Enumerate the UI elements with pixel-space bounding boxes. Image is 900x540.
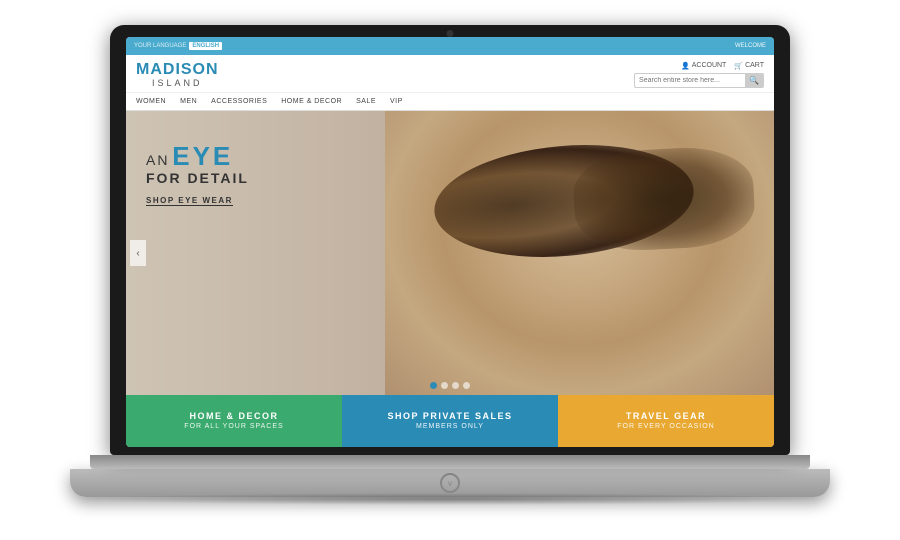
screen-shell: YOUR LANGUAGE ENGLISH WELCOME MADISON IS… bbox=[110, 25, 790, 455]
top-bar-left: YOUR LANGUAGE ENGLISH bbox=[134, 42, 222, 50]
cart-link[interactable]: 🛒 CART bbox=[734, 62, 764, 70]
hero-for-detail: FOR DETAIL bbox=[146, 170, 249, 186]
tile-private-sales-sub: MEMBERS ONLY bbox=[416, 422, 484, 431]
search-button[interactable]: 🔍 bbox=[745, 74, 763, 87]
cart-icon: 🛒 bbox=[734, 62, 743, 70]
search-box: 🔍 bbox=[634, 73, 764, 88]
account-icon: 👤 bbox=[681, 62, 690, 70]
tile-travel-gear[interactable]: TRAVEL GEAR FOR EVERY OCCASION bbox=[558, 395, 774, 447]
tile-home-decor-title: HOME & DECOR bbox=[189, 411, 278, 423]
laptop-brand-logo: v bbox=[440, 473, 460, 493]
account-link[interactable]: 👤 ACCOUNT bbox=[681, 62, 726, 70]
logo-island: ISLAND bbox=[136, 79, 219, 89]
carousel-dot-2[interactable] bbox=[441, 382, 448, 389]
cart-label: CART bbox=[745, 62, 764, 69]
nav-item-vip[interactable]: VIP bbox=[390, 97, 403, 106]
welcome-text: WELCOME bbox=[735, 43, 766, 49]
nav-item-accessories[interactable]: ACCESSORIES bbox=[211, 97, 267, 106]
header-right: 👤 ACCOUNT 🛒 CART 🔍 bbox=[634, 62, 764, 88]
logo-madison: MADISON bbox=[136, 61, 219, 79]
site-header: MADISON ISLAND 👤 ACCOUNT 🛒 CART bbox=[126, 55, 774, 93]
search-input[interactable] bbox=[635, 75, 745, 86]
header-icons: 👤 ACCOUNT 🛒 CART bbox=[681, 62, 764, 70]
nav-item-women[interactable]: WOMEN bbox=[136, 97, 166, 106]
hero-line1: AN EYE bbox=[146, 141, 249, 172]
language-label: YOUR LANGUAGE bbox=[134, 43, 186, 49]
carousel-dot-3[interactable] bbox=[452, 382, 459, 389]
hero-cta-link[interactable]: SHOP EYE WEAR bbox=[146, 196, 233, 206]
carousel-prev-button[interactable]: ‹ bbox=[130, 240, 146, 266]
tile-private-sales-title: SHOP PRIVATE SALES bbox=[387, 411, 512, 423]
hero-an-text: AN bbox=[146, 152, 169, 168]
laptop-hinge bbox=[90, 455, 810, 469]
hero-banner: ‹ AN EYE FOR DETAIL SHOP EYE WEAR bbox=[126, 111, 774, 395]
bottom-tiles: HOME & DECOR FOR ALL YOUR SPACES SHOP PR… bbox=[126, 395, 774, 447]
screen-bezel: YOUR LANGUAGE ENGLISH WELCOME MADISON IS… bbox=[126, 37, 774, 447]
top-bar: YOUR LANGUAGE ENGLISH WELCOME bbox=[126, 37, 774, 55]
tile-travel-gear-sub: FOR EVERY OCCASION bbox=[617, 422, 714, 431]
nav-item-home-decor[interactable]: HOME & DECOR bbox=[281, 97, 342, 106]
nav-item-sale[interactable]: SALE bbox=[356, 97, 376, 106]
account-label: ACCOUNT bbox=[692, 62, 727, 69]
laptop-shadow bbox=[70, 493, 830, 505]
logo[interactable]: MADISON ISLAND bbox=[136, 61, 219, 88]
website: YOUR LANGUAGE ENGLISH WELCOME MADISON IS… bbox=[126, 37, 774, 447]
hero-eye-text: EYE bbox=[172, 141, 233, 171]
tile-travel-gear-title: TRAVEL GEAR bbox=[626, 411, 706, 423]
tile-home-decor[interactable]: HOME & DECOR FOR ALL YOUR SPACES bbox=[126, 395, 342, 447]
hero-text: AN EYE FOR DETAIL SHOP EYE WEAR bbox=[146, 141, 249, 206]
main-nav: WOMEN MEN ACCESSORIES HOME & DECOR SALE … bbox=[126, 93, 774, 111]
nav-item-men[interactable]: MEN bbox=[180, 97, 197, 106]
tile-home-decor-sub: FOR ALL YOUR SPACES bbox=[184, 422, 283, 431]
camera bbox=[447, 30, 454, 37]
carousel-dot-4[interactable] bbox=[463, 382, 470, 389]
tile-private-sales[interactable]: SHOP PRIVATE SALES MEMBERS ONLY bbox=[342, 395, 558, 447]
carousel-dots bbox=[430, 382, 470, 389]
carousel-dot-1[interactable] bbox=[430, 382, 437, 389]
language-value[interactable]: ENGLISH bbox=[189, 42, 222, 50]
laptop: YOUR LANGUAGE ENGLISH WELCOME MADISON IS… bbox=[90, 25, 810, 515]
